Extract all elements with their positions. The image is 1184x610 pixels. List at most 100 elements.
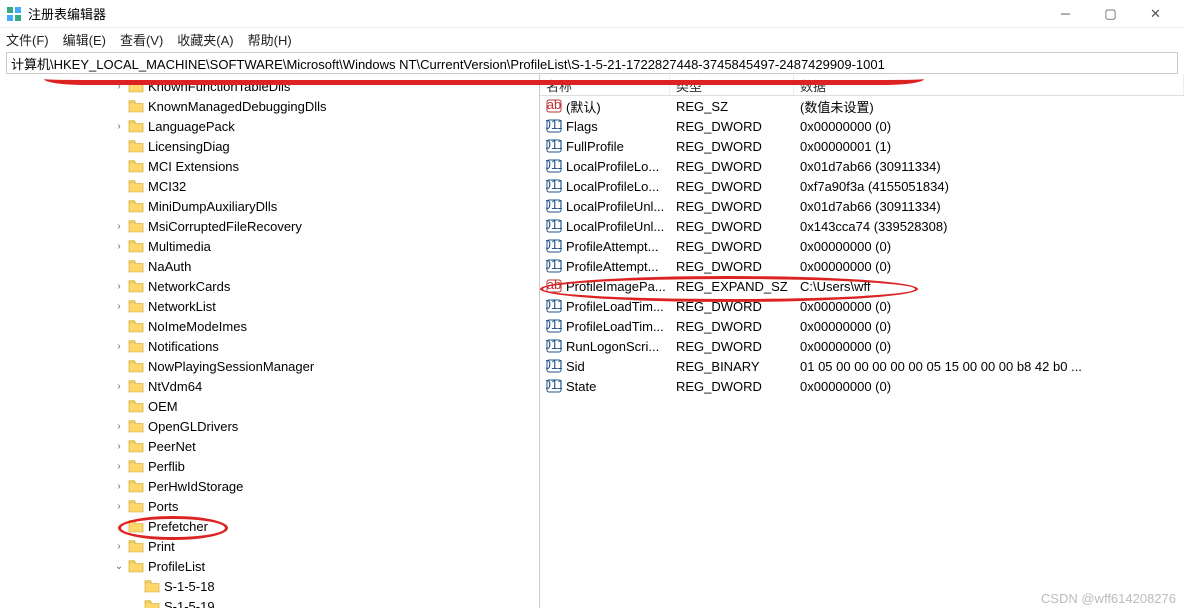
value-row[interactable]: 011ProfileLoadTim...REG_DWORD0x00000000 … xyxy=(540,296,1184,316)
folder-icon xyxy=(128,459,144,473)
minimize-button[interactable]: ─ xyxy=(1043,0,1088,28)
tree-item-label: PeerNet xyxy=(148,439,196,454)
value-type: REG_DWORD xyxy=(670,139,794,154)
tree-item[interactable]: LicensingDiag xyxy=(0,136,539,156)
tree-item[interactable]: ›MsiCorruptedFileRecovery xyxy=(0,216,539,236)
chevron-right-icon[interactable]: › xyxy=(112,79,126,93)
address-bar[interactable]: 计算机\HKEY_LOCAL_MACHINE\SOFTWARE\Microsof… xyxy=(6,52,1178,74)
tree-item[interactable]: ⌄ ProfileList xyxy=(0,556,539,576)
list-header: 名称 类型 数据 xyxy=(540,74,1184,96)
expander-empty xyxy=(112,139,126,153)
chevron-down-icon[interactable]: ⌄ xyxy=(112,559,126,573)
menu-item[interactable]: 文件(F) xyxy=(6,30,49,49)
tree-item[interactable]: ›Notifications xyxy=(0,336,539,356)
value-row[interactable]: 011LocalProfileLo...REG_DWORD0xf7a90f3a … xyxy=(540,176,1184,196)
value-row[interactable]: 011RunLogonScri...REG_DWORD0x00000000 (0… xyxy=(540,336,1184,356)
list-pane[interactable]: 名称 类型 数据 ab(默认)REG_SZ(数值未设置)011FlagsREG_… xyxy=(540,74,1184,608)
tree-item[interactable]: NowPlayingSessionManager xyxy=(0,356,539,376)
tree-item[interactable]: › Ports xyxy=(0,496,539,516)
value-name: RunLogonScri... xyxy=(566,339,659,354)
value-row[interactable]: 011StateREG_DWORD0x00000000 (0) xyxy=(540,376,1184,396)
tree-item[interactable]: Prefetcher xyxy=(0,516,539,536)
chevron-right-icon[interactable]: › xyxy=(112,279,126,293)
tree-item[interactable]: MCI Extensions xyxy=(0,156,539,176)
tree-item[interactable]: ›NetworkCards xyxy=(0,276,539,296)
binary-value-icon: 011 xyxy=(546,119,562,133)
tree-item[interactable]: MCI32 xyxy=(0,176,539,196)
tree-item[interactable]: KnownManagedDebuggingDlls xyxy=(0,96,539,116)
window-controls: ─ ▢ ✕ xyxy=(1043,0,1178,28)
chevron-right-icon[interactable]: › xyxy=(112,339,126,353)
value-row[interactable]: abProfileImagePa...REG_EXPAND_SZC:\Users… xyxy=(540,276,1184,296)
col-header-type[interactable]: 类型 xyxy=(670,74,794,95)
value-row[interactable]: 011LocalProfileUnl...REG_DWORD0x01d7ab66… xyxy=(540,196,1184,216)
value-row[interactable]: 011LocalProfileLo...REG_DWORD0x01d7ab66 … xyxy=(540,156,1184,176)
tree-item[interactable]: ›KnownFunctionTableDlls xyxy=(0,76,539,96)
value-data: 0x00000000 (0) xyxy=(794,379,1184,394)
value-name: LocalProfileLo... xyxy=(566,159,659,174)
value-row[interactable]: 011LocalProfileUnl...REG_DWORD0x143cca74… xyxy=(540,216,1184,236)
value-row[interactable]: 011ProfileAttempt...REG_DWORD0x00000000 … xyxy=(540,236,1184,256)
value-row[interactable]: 011FlagsREG_DWORD0x00000000 (0) xyxy=(540,116,1184,136)
value-row[interactable]: 011ProfileLoadTim...REG_DWORD0x00000000 … xyxy=(540,316,1184,336)
content-area: ›KnownFunctionTableDllsKnownManagedDebug… xyxy=(0,74,1184,608)
chevron-right-icon[interactable]: › xyxy=(112,439,126,453)
value-row[interactable]: 011SidREG_BINARY01 05 00 00 00 00 00 05 … xyxy=(540,356,1184,376)
chevron-right-icon[interactable]: › xyxy=(112,499,126,513)
svg-text:011: 011 xyxy=(546,299,562,312)
tree-item[interactable]: ›Perflib xyxy=(0,456,539,476)
col-header-name[interactable]: 名称 xyxy=(540,74,670,95)
tree-item[interactable]: › PeerNet xyxy=(0,436,539,456)
col-header-data[interactable]: 数据 xyxy=(794,74,1184,95)
tree-item[interactable]: NaAuth xyxy=(0,256,539,276)
chevron-right-icon[interactable]: › xyxy=(112,539,126,553)
chevron-right-icon[interactable]: › xyxy=(112,419,126,433)
chevron-right-icon[interactable]: › xyxy=(112,119,126,133)
string-value-icon: ab xyxy=(546,279,562,293)
tree-item[interactable]: S-1-5-18 xyxy=(0,576,539,596)
menu-item[interactable]: 收藏夹(A) xyxy=(177,30,233,49)
chevron-right-icon[interactable]: › xyxy=(112,219,126,233)
chevron-right-icon[interactable]: › xyxy=(112,479,126,493)
expander-empty xyxy=(128,579,142,593)
tree-item[interactable]: ›Print xyxy=(0,536,539,556)
tree-item[interactable]: NoImeModeImes xyxy=(0,316,539,336)
menu-item[interactable]: 编辑(E) xyxy=(63,30,106,49)
folder-icon xyxy=(128,499,144,513)
tree-item-label: ProfileList xyxy=(148,559,205,574)
value-name: State xyxy=(566,379,596,394)
menu-item[interactable]: 查看(V) xyxy=(120,30,163,49)
tree-item[interactable]: MiniDumpAuxiliaryDlls xyxy=(0,196,539,216)
value-row[interactable]: 011ProfileAttempt...REG_DWORD0x00000000 … xyxy=(540,256,1184,276)
tree-item-label: PerHwIdStorage xyxy=(148,479,243,494)
folder-icon xyxy=(128,479,144,493)
tree-item[interactable]: › OpenGLDrivers xyxy=(0,416,539,436)
svg-text:011: 011 xyxy=(546,239,562,252)
menu-item[interactable]: 帮助(H) xyxy=(248,30,292,49)
folder-icon xyxy=(128,279,144,293)
chevron-right-icon[interactable]: › xyxy=(112,299,126,313)
tree-item[interactable]: ›NtVdm64 xyxy=(0,376,539,396)
expander-empty xyxy=(112,319,126,333)
close-button[interactable]: ✕ xyxy=(1133,0,1178,28)
chevron-right-icon[interactable]: › xyxy=(112,379,126,393)
value-row[interactable]: ab(默认)REG_SZ(数值未设置) xyxy=(540,96,1184,116)
tree-item[interactable]: S-1-5-19 xyxy=(0,596,539,608)
value-row[interactable]: 011FullProfileREG_DWORD0x00000001 (1) xyxy=(540,136,1184,156)
chevron-right-icon[interactable]: › xyxy=(112,239,126,253)
tree-item-label: OpenGLDrivers xyxy=(148,419,238,434)
svg-text:011: 011 xyxy=(546,139,562,152)
tree-pane[interactable]: ›KnownFunctionTableDllsKnownManagedDebug… xyxy=(0,74,540,608)
value-name: FullProfile xyxy=(566,139,624,154)
tree-item[interactable]: OEM xyxy=(0,396,539,416)
value-type: REG_BINARY xyxy=(670,359,794,374)
chevron-right-icon[interactable]: › xyxy=(112,459,126,473)
tree-item[interactable]: ›LanguagePack xyxy=(0,116,539,136)
tree-item-label: Ports xyxy=(148,499,178,514)
menu-bar: 文件(F) 编辑(E) 查看(V) 收藏夹(A) 帮助(H) xyxy=(0,28,1184,50)
tree-item[interactable]: › PerHwIdStorage xyxy=(0,476,539,496)
maximize-button[interactable]: ▢ xyxy=(1088,0,1133,28)
tree-item-label: NowPlayingSessionManager xyxy=(148,359,314,374)
tree-item[interactable]: ›NetworkList xyxy=(0,296,539,316)
tree-item[interactable]: ›Multimedia xyxy=(0,236,539,256)
